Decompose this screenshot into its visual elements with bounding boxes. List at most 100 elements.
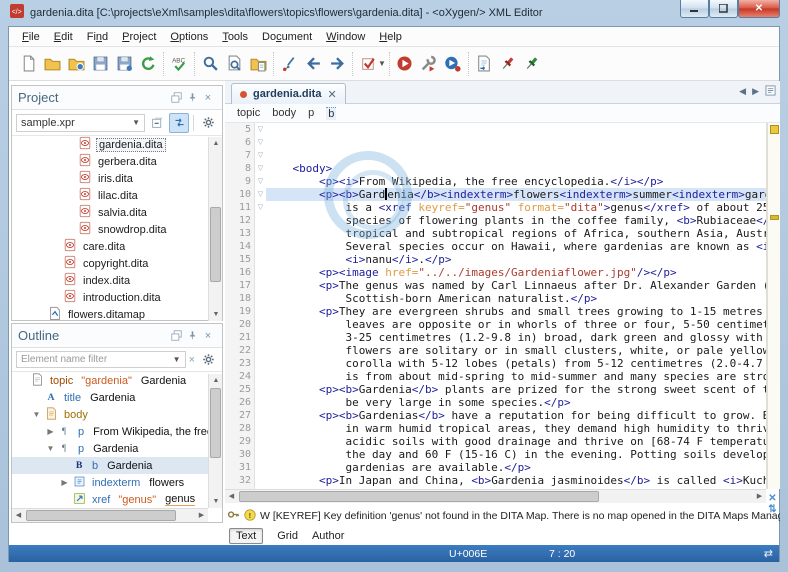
- project-scrollbar[interactable]: ▲▼: [208, 137, 222, 321]
- code-line-19[interactable]: flowers are solitary or in small cluster…: [266, 344, 766, 357]
- scroll-tabs-right-icon[interactable]: ▶: [752, 86, 759, 97]
- outline-vscrollbar[interactable]: ▲▼: [208, 374, 222, 508]
- project-item-copyright-dita[interactable]: copyright.dita: [12, 255, 222, 272]
- project-item-lilac-dita[interactable]: lilac.dita: [12, 187, 222, 204]
- code-text[interactable]: <body> <p><i>From Wikipedia, the free en…: [266, 123, 766, 489]
- scroll-tabs-left-icon[interactable]: ◀: [739, 86, 746, 97]
- debug-transformation-icon[interactable]: [441, 52, 465, 76]
- clear-filter-icon[interactable]: ×: [189, 354, 195, 366]
- sync-selection-icon[interactable]: [169, 113, 189, 133]
- menu-tools[interactable]: Tools: [215, 29, 255, 45]
- code-line-12[interactable]: <i>nanu</i>.</p>: [266, 253, 766, 266]
- pin-panel-icon[interactable]: [184, 90, 200, 106]
- outline-settings-gear-icon[interactable]: [198, 350, 218, 370]
- project-item-introduction-dita[interactable]: introduction.dita: [12, 289, 222, 306]
- project-item-iris-dita[interactable]: iris.dita: [12, 170, 222, 187]
- code-line-27[interactable]: the day and 60 F (15-16 C) in the evenin…: [266, 448, 766, 461]
- project-item-gerbera-dita[interactable]: gerbera.dita: [12, 153, 222, 170]
- mode-tab-author[interactable]: Author: [312, 530, 344, 542]
- go-to-last-edit-icon[interactable]: [277, 52, 301, 76]
- outline-hscrollbar[interactable]: ◀▶: [12, 508, 208, 522]
- pin-panel-icon[interactable]: [184, 328, 200, 344]
- outline-item-p[interactable]: ▶¶pFrom Wikipedia, the free encyc: [12, 423, 222, 440]
- project-item-index-dita[interactable]: index.dita: [12, 272, 222, 289]
- code-line-28[interactable]: gardenias are available.</p>: [266, 461, 766, 474]
- breadcrumb-topic[interactable]: topic: [237, 107, 260, 119]
- code-line-13[interactable]: <p><image href="../../images/Gardeniaflo…: [266, 266, 766, 279]
- error-stripe[interactable]: [767, 123, 780, 489]
- tab-gardenia-dita[interactable]: gardenia.dita ✕: [231, 83, 346, 104]
- code-line-24[interactable]: <p><b>Gardenias</b> have a reputation fo…: [266, 409, 766, 422]
- reload-icon[interactable]: [136, 52, 160, 76]
- open-icon[interactable]: [40, 52, 64, 76]
- save-as-icon[interactable]: [112, 52, 136, 76]
- code-line-10[interactable]: tropical and subtropical regions of Afri…: [266, 227, 766, 240]
- project-settings-gear-icon[interactable]: [198, 113, 218, 133]
- code-line-8[interactable]: is a <xref keyref="genus" format="dita">…: [266, 201, 766, 214]
- code-line-15[interactable]: Scottish-born American naturalist.</p>: [266, 292, 766, 305]
- close-panel-icon[interactable]: ×: [200, 328, 216, 344]
- spell-check-icon[interactable]: ABC: [167, 52, 191, 76]
- outline-item-topic[interactable]: topic"gardenia"Gardenia: [12, 372, 222, 389]
- configure-transformation-icon[interactable]: [417, 52, 441, 76]
- menu-find[interactable]: Find: [80, 29, 115, 45]
- menu-edit[interactable]: Edit: [47, 29, 80, 45]
- menu-document[interactable]: Document: [255, 29, 319, 45]
- code-line-21[interactable]: is from about mid-spring to mid-summer a…: [266, 370, 766, 383]
- new-document-icon[interactable]: [16, 52, 40, 76]
- code-line-11[interactable]: Several species occur on Hawaii, where g…: [266, 240, 766, 253]
- editor-hscrollbar[interactable]: ◀▶: [225, 489, 766, 503]
- expander-icon[interactable]: ▼: [46, 444, 55, 453]
- outline-item-body[interactable]: ▼body: [12, 406, 222, 423]
- menu-window[interactable]: Window: [319, 29, 372, 45]
- tab-list-icon[interactable]: [765, 85, 776, 98]
- expander-icon[interactable]: ▶: [46, 427, 55, 436]
- code-editor[interactable]: 5678910111213141516171819202122232425262…: [225, 123, 780, 489]
- outline-item-title[interactable]: AtitleGardenia: [12, 389, 222, 406]
- sync-status-icon[interactable]: ⇄: [764, 547, 773, 560]
- menu-project[interactable]: Project: [115, 29, 163, 45]
- save-icon[interactable]: [88, 52, 112, 76]
- pin-red-icon[interactable]: [496, 52, 520, 76]
- open-url-icon[interactable]: [64, 52, 88, 76]
- forward-icon[interactable]: [325, 52, 349, 76]
- project-item-flowers-ditamap[interactable]: flowers.ditamap: [12, 306, 222, 320]
- chevron-down-icon[interactable]: ▼: [173, 355, 181, 364]
- find-replace-icon[interactable]: [198, 52, 222, 76]
- project-item-care-dita[interactable]: care.dita: [12, 238, 222, 255]
- maximize-button[interactable]: [709, 0, 738, 18]
- breadcrumb-b[interactable]: b: [326, 107, 336, 120]
- code-line-9[interactable]: species of flowering plants in the coffe…: [266, 214, 766, 227]
- project-item-snowdrop-dita[interactable]: snowdrop.dita: [12, 221, 222, 238]
- menu-options[interactable]: Options: [163, 29, 215, 45]
- project-item-gardenia-dita[interactable]: gardenia.dita: [12, 136, 222, 153]
- element-name-filter-input[interactable]: Element name filter ▼: [16, 351, 186, 368]
- outline-item-p[interactable]: ▼¶pGardenia: [12, 440, 222, 457]
- code-line-5[interactable]: <body>: [266, 162, 766, 175]
- find-in-files-icon[interactable]: [222, 52, 246, 76]
- code-line-7[interactable]: <p><b>Gardenia</b><indexterm>flowers<ind…: [266, 188, 766, 201]
- code-line-20[interactable]: corolla with 5-12 lobes (petals) from 5-…: [266, 357, 766, 370]
- expander-icon[interactable]: ▶: [60, 478, 69, 487]
- minimize-button[interactable]: [680, 0, 709, 18]
- outline-item-xref[interactable]: xref"genus"genus: [12, 491, 222, 506]
- close-button[interactable]: ✕: [738, 0, 780, 18]
- float-panel-icon[interactable]: [168, 90, 184, 106]
- breadcrumb-p[interactable]: p: [308, 107, 314, 119]
- chevron-down-icon[interactable]: ▼: [378, 59, 386, 68]
- outline-item-indexterm[interactable]: ▶indextermflowers: [12, 474, 222, 491]
- find-resource-icon[interactable]: [246, 52, 270, 76]
- warning-marker[interactable]: [770, 215, 779, 220]
- back-icon[interactable]: [301, 52, 325, 76]
- outline-item-b[interactable]: BbGardenia: [12, 457, 222, 474]
- collapse-all-icon[interactable]: [147, 113, 167, 133]
- code-line-29[interactable]: <p>In Japan and China, <b>Gardenia jasmi…: [266, 474, 766, 487]
- code-line-18[interactable]: 3-25 centimetres (1.2-9.8 in) broad, dar…: [266, 331, 766, 344]
- apply-transformation-icon[interactable]: [393, 52, 417, 76]
- menu-file[interactable]: File: [15, 29, 47, 45]
- tab-close-icon[interactable]: ✕: [327, 88, 336, 101]
- validate-icon[interactable]: [356, 52, 380, 76]
- menu-help[interactable]: Help: [372, 29, 409, 45]
- float-panel-icon[interactable]: [168, 328, 184, 344]
- pin-green-icon[interactable]: [520, 52, 544, 76]
